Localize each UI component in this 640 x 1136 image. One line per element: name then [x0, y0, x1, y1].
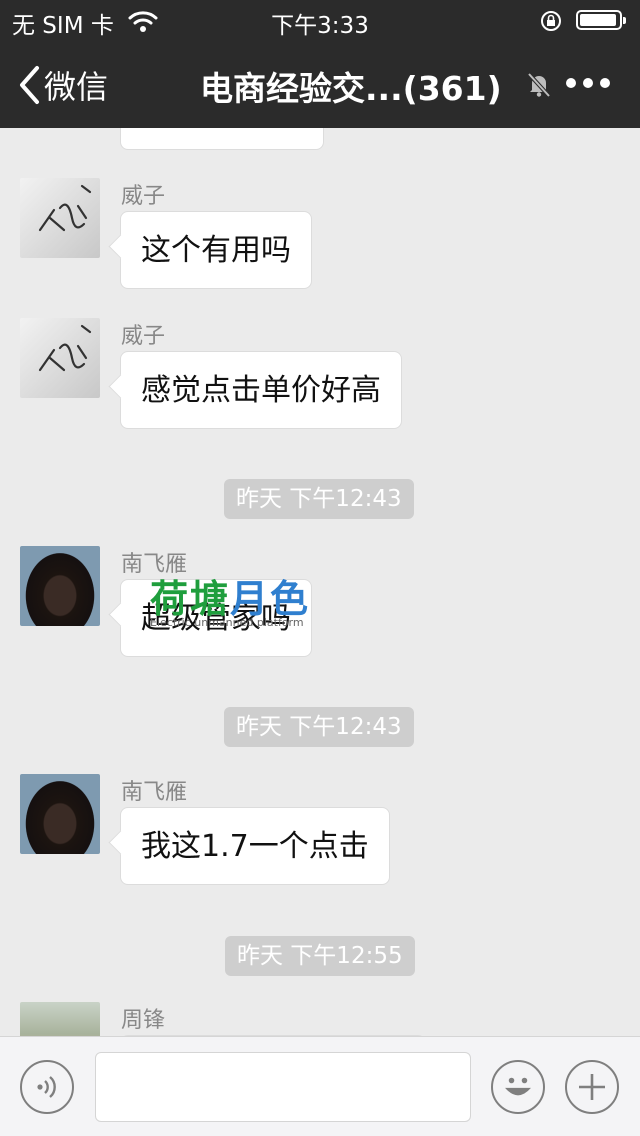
chat-area[interactable]: 威子 这个有用吗 威子 感觉点击单价好高 昨天 下午12:43 南飞雁 超级管家…	[0, 128, 640, 1036]
message-bubble[interactable]: 我这1.7一个点击	[120, 807, 390, 885]
timestamp: 昨天 下午12:43	[224, 707, 414, 747]
input-bar	[0, 1036, 640, 1136]
avatar[interactable]	[20, 546, 100, 626]
nav-bar: 微信 电商经验交...(361)	[0, 40, 640, 128]
back-button[interactable]: 微信	[18, 62, 108, 108]
rotation-lock-icon	[539, 9, 563, 37]
more-options-button[interactable]	[566, 78, 610, 88]
battery-icon	[576, 10, 626, 30]
emoji-button[interactable]	[491, 1060, 545, 1114]
plus-icon	[579, 1074, 605, 1100]
chat-title: 电商经验交...(361)	[200, 69, 502, 108]
avatar[interactable]	[20, 178, 100, 258]
mute-bell-icon	[527, 72, 551, 102]
timestamp: 昨天 下午12:43	[224, 479, 414, 519]
chevron-left-icon	[20, 66, 39, 104]
avatar[interactable]	[20, 318, 100, 398]
sender-name: 南飞雁	[121, 780, 188, 805]
back-label: 微信	[44, 68, 109, 106]
partial-bubble	[120, 128, 324, 150]
sender-name: 威子	[121, 324, 166, 349]
voice-toggle-button[interactable]	[20, 1060, 74, 1114]
sender-name: 威子	[121, 184, 166, 209]
message-input[interactable]	[95, 1052, 471, 1122]
sender-name: 周锋	[121, 1008, 166, 1033]
status-bar: 无 SIM 卡 下午3:33	[0, 0, 640, 40]
voice-icon	[37, 1076, 56, 1098]
sender-name: 南飞雁	[121, 552, 188, 577]
timestamp: 昨天 下午12:55	[225, 936, 415, 976]
message-bubble[interactable]: 超级管家吗	[120, 579, 312, 657]
message-bubble[interactable]: 感觉点击单价好高	[120, 351, 402, 429]
message-bubble[interactable]: 这个有用吗	[120, 211, 312, 289]
smiley-icon	[505, 1077, 531, 1096]
avatar[interactable]	[20, 1002, 100, 1036]
avatar[interactable]	[20, 774, 100, 854]
more-functions-button[interactable]	[565, 1060, 619, 1114]
